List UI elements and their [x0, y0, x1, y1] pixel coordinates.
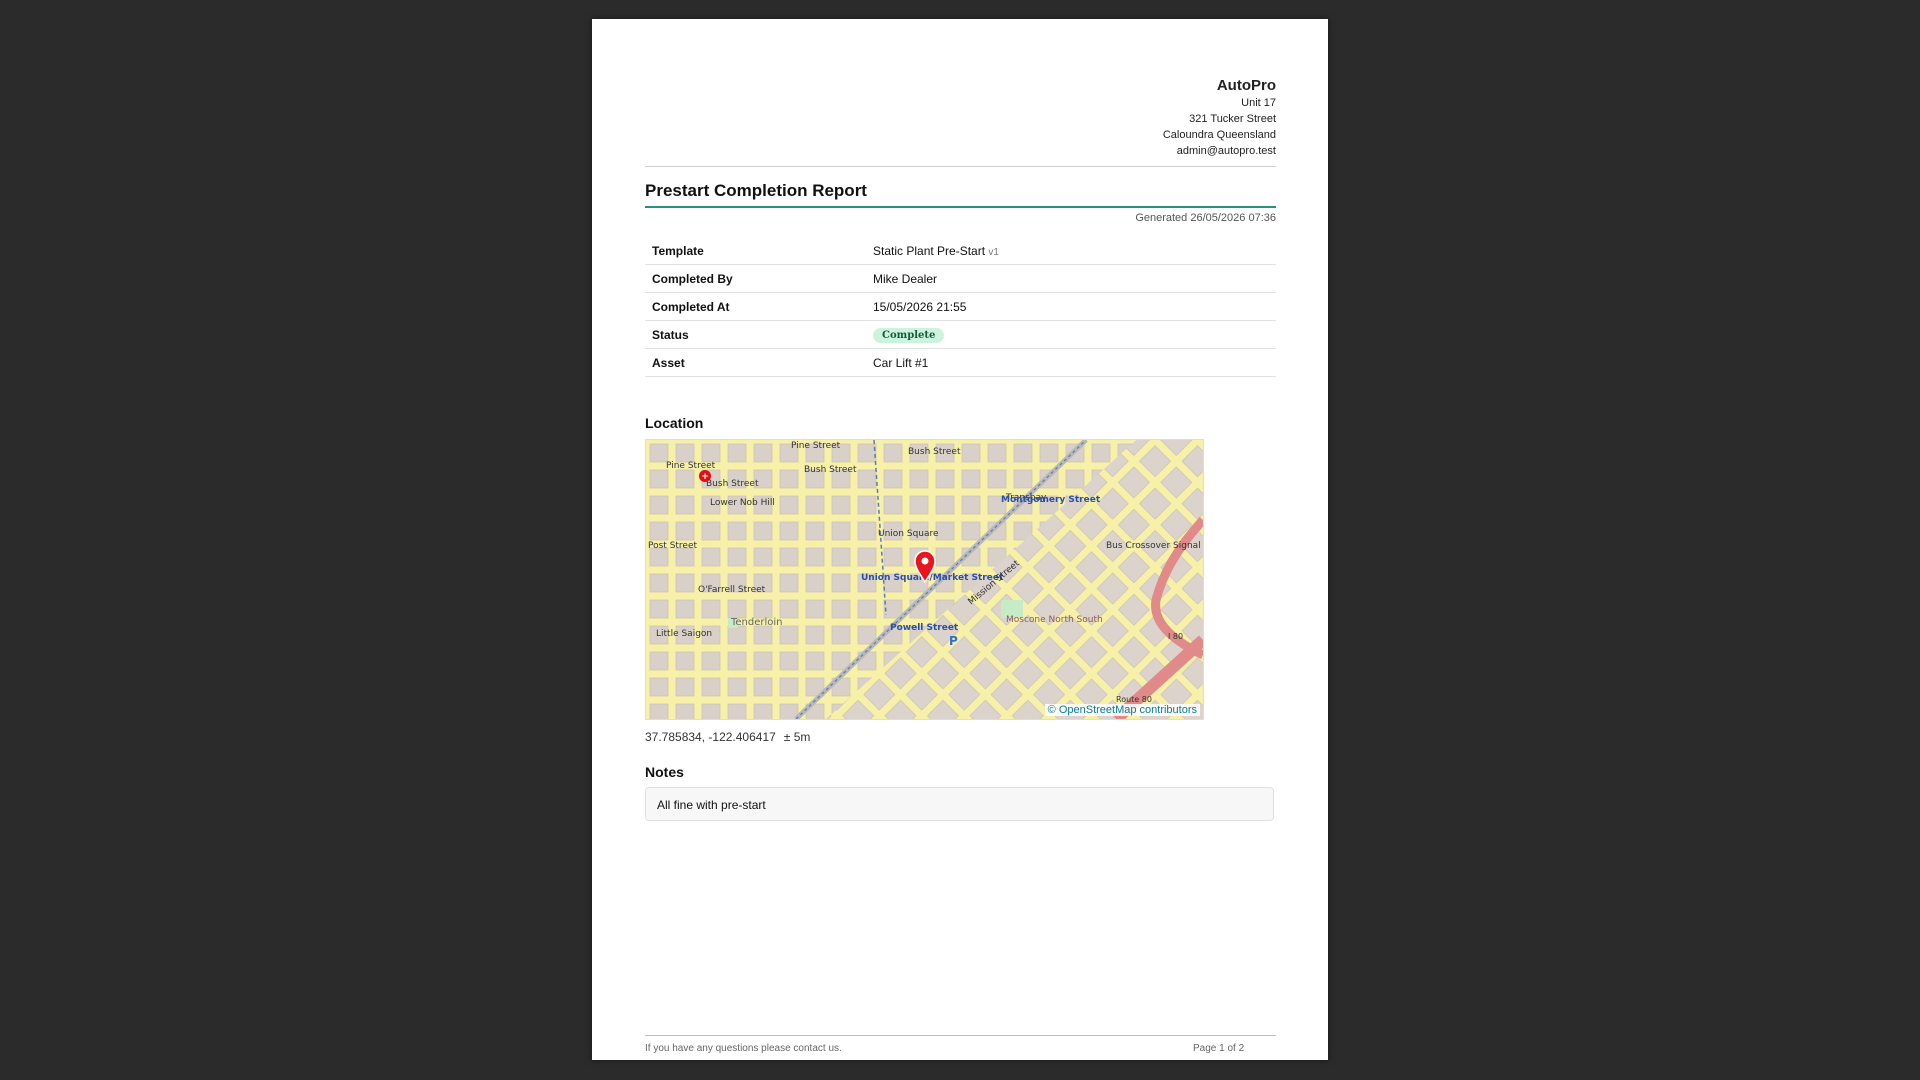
coordinates-value: 37.785834, -122.406417 — [645, 730, 776, 744]
map-label: Little Saigon — [656, 629, 712, 639]
map-label: Powell Street — [890, 623, 959, 633]
table-row: Asset Car Lift #1 — [645, 348, 1276, 377]
completed-at-value: 15/05/2026 21:55 — [866, 292, 1276, 321]
company-address-line: 321 Tucker Street — [1189, 113, 1276, 125]
location-heading: Location — [645, 415, 704, 431]
map-label: Pine Street — [791, 441, 841, 451]
map-label: Tenderloin — [730, 617, 783, 628]
header-divider — [645, 166, 1276, 167]
map-label: O'Farrell Street — [698, 585, 766, 595]
svg-text:+: + — [701, 472, 709, 482]
map-label: Union Square/Market Street — [861, 573, 1004, 583]
company-address-line: Caloundra Queensland — [1162, 129, 1276, 141]
map-label: Bus Crossover Signal — [1106, 541, 1201, 551]
parking-icon: P — [949, 634, 958, 648]
report-page: AutoPro Unit 17 321 Tucker Street Caloun… — [592, 19, 1328, 1060]
company-header: AutoPro Unit 17 321 Tucker Street Caloun… — [1163, 76, 1276, 159]
table-row: Completed At 15/05/2026 21:55 — [645, 292, 1276, 321]
details-table: Template Static Plant Pre-Start v1 Compl… — [645, 237, 1276, 377]
map-label: Moscone North South — [1006, 615, 1103, 625]
completed-by-label: Completed By — [645, 264, 866, 293]
asset-label: Asset — [645, 348, 866, 377]
map-label: Montgomery Street — [1001, 495, 1101, 505]
table-row: Template Static Plant Pre-Start v1 — [645, 237, 1276, 265]
template-value: Static Plant Pre-Start — [873, 243, 986, 258]
footer-divider — [645, 1035, 1276, 1036]
map-label: Pine Street — [666, 461, 716, 471]
notes-heading: Notes — [645, 764, 684, 780]
notes-box: All fine with pre-start — [645, 787, 1274, 821]
map-graphic: Pine Street Pine Street Bush Street Bush… — [646, 440, 1203, 719]
template-label: Template — [645, 237, 866, 265]
template-cell: Static Plant Pre-Start v1 — [866, 237, 1276, 265]
map-label: Lower Nob Hill — [710, 498, 775, 508]
accuracy-value: ± 5m — [783, 730, 811, 744]
map-attribution: © OpenStreetMap contributors — [1044, 704, 1200, 716]
generated-timestamp: Generated 26/05/2026 07:36 — [1135, 212, 1276, 224]
table-row: Status Complete — [645, 320, 1276, 349]
page-number: Page 1 of 2 — [1193, 1043, 1245, 1054]
map-label: Post Street — [648, 541, 698, 551]
map-label: Bush Street — [804, 465, 857, 475]
completed-at-label: Completed At — [645, 292, 866, 321]
company-email: admin@autopro.test — [1176, 145, 1276, 157]
table-row: Completed By Mike Dealer — [645, 264, 1276, 293]
report-title: Prestart Completion Report — [645, 181, 867, 200]
status-cell: Complete — [866, 320, 1276, 349]
map-label: Bush Street — [908, 447, 961, 457]
map-label: Route 80 — [1116, 695, 1152, 704]
template-version: v1 — [988, 246, 999, 258]
status-label: Status — [645, 320, 866, 349]
company-address-line: Unit 17 — [1241, 97, 1276, 109]
map-label: I 80 — [1168, 632, 1183, 641]
footer-contact: If you have any questions please contact… — [645, 1043, 842, 1054]
status-badge: Complete — [873, 327, 945, 343]
completed-by-value: Mike Dealer — [866, 264, 1276, 293]
map-label: Bush Street — [706, 479, 759, 489]
location-map: Pine Street Pine Street Bush Street Bush… — [645, 439, 1204, 720]
company-name: AutoPro — [1216, 77, 1276, 94]
coordinates-readout: 37.785834, -122.406417 ± 5m — [645, 730, 810, 744]
title-underline — [645, 206, 1276, 208]
map-label: Union Square — [878, 529, 939, 539]
asset-value: Car Lift #1 — [866, 348, 1276, 377]
